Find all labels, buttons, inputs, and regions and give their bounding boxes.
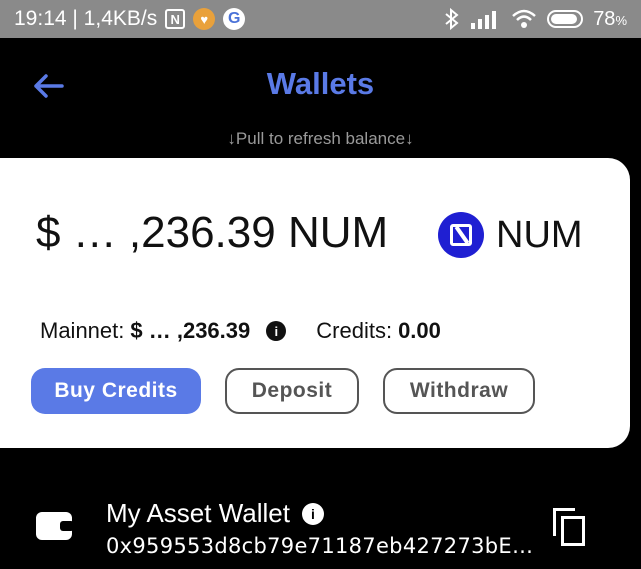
bluetooth-icon (443, 8, 461, 30)
wallet-icon (36, 512, 74, 540)
page-title: Wallets (266, 66, 375, 101)
balance-card: $ … ,236.39 NUM NUM Mainnet: $ … ,236.39… (0, 158, 630, 448)
refresh-hint: ↓Pull to refresh balance↓ (227, 129, 414, 148)
status-time-speed: 19:14 | 1,4KB/s (14, 7, 158, 30)
app-bar: Wallets (0, 38, 641, 134)
wallet-name: My Asset Wallet (106, 498, 290, 528)
wallet-list-item[interactable]: My Asset Wallet i 0x959553d8cb79e71187eb… (0, 494, 641, 569)
credits-label: Credits: (316, 318, 393, 343)
wallet-address: 0x959553d8cb79e71187eb427273bE… (106, 534, 534, 558)
deposit-button[interactable]: Deposit (225, 368, 359, 414)
withdraw-button[interactable]: Withdraw (383, 368, 535, 414)
info-icon[interactable]: i (266, 321, 287, 341)
battery-icon (547, 10, 584, 28)
mainnet-value: $ … ,236.39 (130, 318, 251, 343)
mainnet-label: Mainnet: (40, 318, 125, 343)
balance-actions: Buy Credits Deposit Withdraw (31, 368, 535, 414)
battery-level: 78% (593, 7, 627, 30)
copy-icon[interactable] (553, 508, 587, 546)
wifi-icon (511, 8, 537, 30)
status-left: 19:14 | 1,4KB/s N ♥ G (14, 7, 246, 31)
total-balance: $ … ,236.39 NUM (36, 208, 389, 257)
status-right: 78% (443, 8, 627, 31)
wallet-info-icon[interactable]: i (301, 502, 324, 525)
credits-value: 0.00 (398, 318, 441, 343)
status-bar: 19:14 | 1,4KB/s N ♥ G 78% (0, 0, 641, 38)
buy-credits-button[interactable]: Buy Credits (31, 368, 201, 414)
signal-icon (471, 9, 501, 29)
nfc-icon: N (165, 9, 186, 29)
token-badge: NUM (438, 212, 583, 258)
wallet-name-row: My Asset Wallet i (106, 498, 324, 529)
token-name: NUM (496, 213, 583, 256)
google-icon: G (223, 8, 246, 30)
mainnet-credits-row: Mainnet: $ … ,236.39 i Credits: 0.00 (40, 318, 441, 344)
app-notification-icon: ♥ (193, 8, 216, 30)
num-logo-icon (438, 212, 484, 258)
